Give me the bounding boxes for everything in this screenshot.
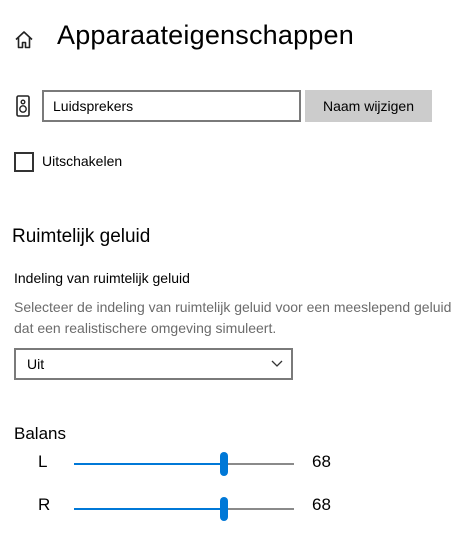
rename-button[interactable]: Naam wijzigen	[305, 90, 432, 122]
disable-checkbox[interactable]	[14, 152, 34, 172]
speaker-icon	[16, 95, 30, 117]
left-balance-slider[interactable]	[74, 452, 294, 476]
disable-checkbox-label[interactable]: Uitschakelen	[42, 153, 122, 169]
chevron-down-icon	[271, 360, 283, 367]
page-title: Apparaateigenschappen	[57, 20, 354, 50]
spatial-sound-heading: Ruimtelijk geluid	[12, 226, 151, 247]
right-channel-label: R	[38, 495, 51, 514]
device-name-input[interactable]	[42, 90, 301, 122]
spatial-format-dropdown[interactable]: Uit	[14, 348, 293, 380]
spatial-description: Selecteer de indeling van ruimtelijk gel…	[14, 299, 452, 336]
balance-heading: Balans	[14, 424, 66, 443]
spatial-format-value: Uit	[27, 356, 45, 372]
spatial-format-label: Indeling van ruimtelijk geluid	[14, 270, 190, 286]
right-balance-fill	[74, 508, 224, 510]
left-balance-value: 68	[312, 452, 331, 471]
left-balance-fill	[74, 463, 224, 465]
home-icon[interactable]	[12, 28, 36, 52]
left-balance-thumb[interactable]	[219, 452, 228, 476]
right-balance-thumb[interactable]	[219, 497, 228, 521]
left-channel-label: L	[38, 452, 48, 471]
right-balance-value: 68	[312, 495, 331, 514]
right-balance-slider[interactable]	[74, 497, 294, 521]
